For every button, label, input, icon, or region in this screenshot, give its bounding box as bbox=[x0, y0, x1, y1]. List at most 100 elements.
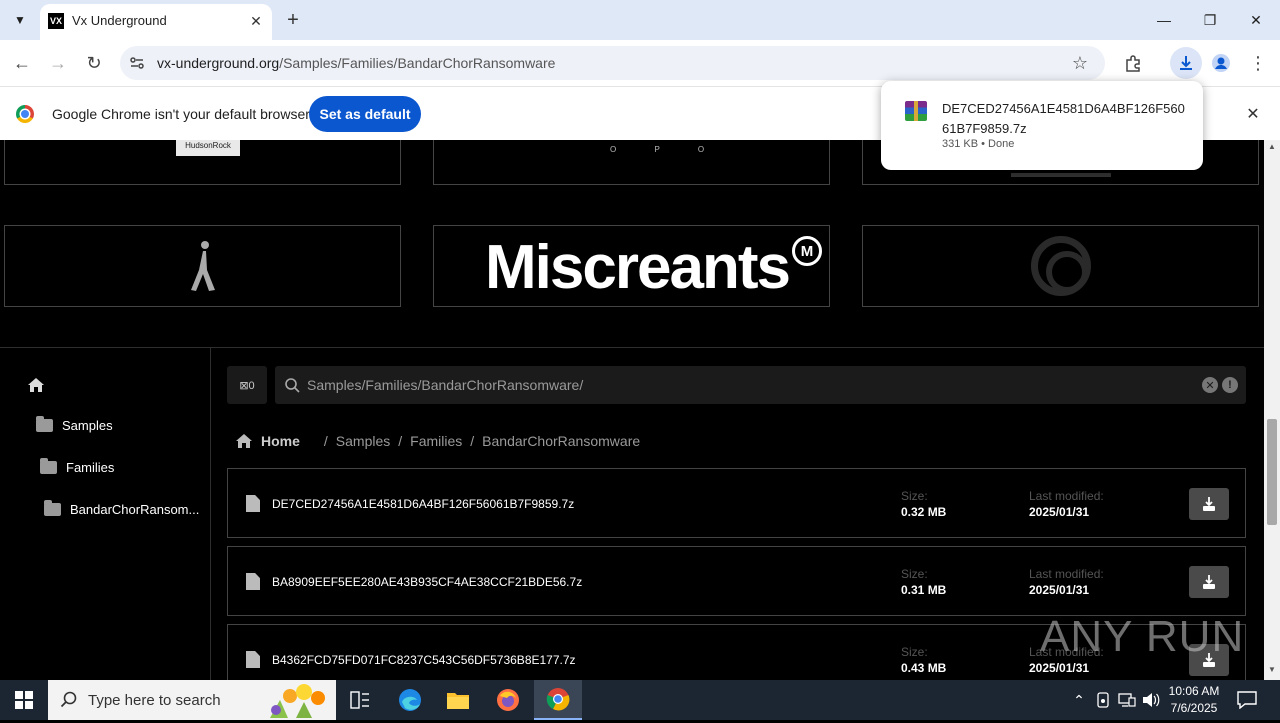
folder-icon bbox=[36, 416, 53, 432]
set-as-default-button[interactable]: Set as default bbox=[309, 96, 421, 132]
page-content: HudsonRock O P O Miscreants M Samples Fa… bbox=[0, 140, 1264, 680]
download-icon bbox=[1203, 575, 1215, 589]
taskbar-search-placeholder: Type here to search bbox=[88, 692, 221, 709]
scrollbar-thumb[interactable] bbox=[1267, 419, 1277, 525]
hudson-rock-text: HudsonRock bbox=[185, 141, 231, 150]
breadcrumb-current[interactable]: BandarChorRansomware bbox=[482, 433, 640, 449]
download-file-button[interactable] bbox=[1189, 488, 1229, 520]
profile-avatar-icon[interactable] bbox=[1209, 51, 1233, 75]
minimize-button[interactable]: — bbox=[1141, 6, 1187, 34]
window-close-button[interactable]: ✕ bbox=[1233, 6, 1279, 34]
home-icon[interactable] bbox=[26, 375, 46, 395]
sidebar-item-samples[interactable]: Samples bbox=[0, 411, 210, 441]
size-label: Size: bbox=[901, 567, 928, 581]
file-name[interactable]: BA8909EEF5EE280AE43B935CF4AE38CCF21BDE56… bbox=[272, 575, 582, 589]
file-name[interactable]: DE7CED27456A1E4581D6A4BF126F56061B7F9859… bbox=[272, 497, 574, 511]
download-filename[interactable]: DE7CED27456A1E4581D6A4BF126F56061B7F9859… bbox=[942, 99, 1192, 139]
scroll-up-arrow-icon[interactable]: ▲ bbox=[1268, 142, 1276, 151]
tray-overflow-chevron-icon[interactable]: ⌃ bbox=[1068, 690, 1090, 710]
file-icon bbox=[246, 573, 260, 590]
reload-button[interactable]: ↻ bbox=[82, 51, 106, 75]
network-icon[interactable] bbox=[1116, 690, 1138, 710]
address-bar[interactable]: vx-underground.org/Samples/Families/Band… bbox=[120, 46, 1105, 80]
archive-file-icon bbox=[905, 101, 927, 121]
breadcrumb-samples[interactable]: Samples bbox=[336, 433, 390, 449]
size-label: Size: bbox=[901, 489, 928, 503]
notification-center-icon[interactable] bbox=[1236, 689, 1258, 711]
file-row[interactable]: BA8909EEF5EE280AE43B935CF4AE38CCF21BDE56… bbox=[227, 546, 1246, 616]
chrome-logo-icon bbox=[16, 105, 34, 123]
download-bubble: DE7CED27456A1E4581D6A4BF126F56061B7F9859… bbox=[881, 81, 1203, 170]
site-info-icon[interactable] bbox=[128, 54, 146, 72]
extensions-icon[interactable] bbox=[1121, 51, 1145, 75]
new-tab-button[interactable]: + bbox=[282, 9, 304, 31]
clock-date[interactable]: 7/6/2025 bbox=[1163, 701, 1225, 715]
breadcrumb-home[interactable]: Home bbox=[261, 433, 300, 449]
sidebar-item-bandarchor[interactable]: BandarChorRansom... bbox=[0, 495, 210, 525]
sponsor-ring[interactable] bbox=[862, 225, 1259, 307]
sponsor-hudson-rock[interactable]: HudsonRock bbox=[4, 140, 401, 185]
sidebar-item-families[interactable]: Families bbox=[0, 453, 210, 483]
windows-start-icon[interactable] bbox=[0, 680, 48, 720]
forward-button[interactable]: → bbox=[46, 51, 70, 75]
task-view-icon[interactable] bbox=[336, 680, 384, 720]
search-info-icon[interactable]: ! bbox=[1222, 377, 1238, 393]
more-menu-icon[interactable]: ⋮ bbox=[1246, 51, 1270, 75]
page-scrollbar[interactable]: ▲ ▼ bbox=[1264, 140, 1280, 680]
breadcrumb-home-icon[interactable] bbox=[235, 432, 253, 450]
bookmark-star-icon[interactable]: ☆ bbox=[1070, 53, 1090, 73]
taskbar-search-box[interactable]: Type here to search bbox=[48, 680, 336, 720]
sponsor2-logo-text: O P O bbox=[610, 145, 723, 154]
url-text[interactable]: vx-underground.org/Samples/Families/Band… bbox=[157, 55, 555, 71]
breadcrumb-separator: / bbox=[470, 433, 475, 449]
downloads-icon[interactable] bbox=[1170, 47, 1202, 79]
search-icon bbox=[60, 691, 78, 709]
modified-label: Last modified: bbox=[1029, 489, 1104, 503]
file-explorer-icon[interactable] bbox=[434, 680, 482, 720]
firefox-icon[interactable] bbox=[484, 680, 532, 720]
file-modified: 2025/01/31 bbox=[1029, 583, 1090, 597]
folder-icon bbox=[40, 458, 57, 474]
file-modified: 2025/01/31 bbox=[1029, 505, 1090, 519]
miscreants-m-mark: M bbox=[792, 236, 822, 266]
download-file-button[interactable] bbox=[1189, 566, 1229, 598]
url-host: vx-underground.org bbox=[157, 55, 280, 71]
file-name[interactable]: B4362FCD75FD071FC8237C543C56DF5736B8E177… bbox=[272, 653, 576, 667]
restore-button[interactable]: ❐ bbox=[1187, 6, 1233, 34]
file-size: 0.31 MB bbox=[901, 583, 947, 597]
breadcrumb: Home / Samples / Families / BandarChorRa… bbox=[235, 430, 640, 452]
sponsor-2[interactable]: O P O bbox=[433, 140, 830, 185]
breadcrumb-families[interactable]: Families bbox=[410, 433, 462, 449]
download-icon bbox=[1203, 497, 1215, 511]
sponsor-walker[interactable] bbox=[4, 225, 401, 307]
breadcrumb-separator: / bbox=[398, 433, 403, 449]
file-row[interactable]: DE7CED27456A1E4581D6A4BF126F56061B7F9859… bbox=[227, 468, 1246, 538]
clear-search-icon[interactable]: ✕ bbox=[1202, 377, 1218, 393]
back-button[interactable]: ← bbox=[10, 51, 34, 75]
tray-device-icon[interactable] bbox=[1092, 690, 1114, 710]
sponsor3-logo-fragment bbox=[1011, 173, 1111, 177]
infobar-message: Google Chrome isn't your default browser bbox=[52, 106, 310, 122]
search-highlight-flowers-icon bbox=[260, 682, 334, 718]
search-input[interactable] bbox=[307, 375, 1187, 395]
tab-strip: ▼ VX Vx Underground ✕ + — ❐ ✕ bbox=[0, 0, 1280, 40]
tab-favicon-icon: VX bbox=[48, 13, 64, 29]
sidebar-item-label: Samples bbox=[62, 418, 113, 433]
volume-icon[interactable] bbox=[1140, 690, 1162, 710]
clock-time[interactable]: 10:06 AM bbox=[1163, 684, 1225, 698]
tab-search-chevron-icon[interactable]: ▼ bbox=[8, 8, 32, 32]
infobar-close-icon[interactable]: ✕ bbox=[1244, 105, 1262, 123]
tab-close-icon[interactable]: ✕ bbox=[246, 11, 266, 31]
modified-label: Last modified: bbox=[1029, 567, 1104, 581]
sponsor-miscreants[interactable]: Miscreants M bbox=[433, 225, 830, 307]
edge-icon[interactable] bbox=[386, 680, 434, 720]
file-icon bbox=[246, 495, 260, 512]
scroll-down-arrow-icon[interactable]: ▼ bbox=[1268, 665, 1276, 674]
browser-tab[interactable]: VX Vx Underground ✕ bbox=[40, 4, 272, 40]
sidebar-item-label: Families bbox=[66, 460, 115, 475]
browser-toolbar: ← → ↻ vx-underground.org/Samples/Familie… bbox=[0, 40, 1280, 86]
walker-logo-icon bbox=[185, 240, 221, 301]
chrome-taskbar-icon[interactable] bbox=[534, 680, 582, 720]
toggle-sidebar-button[interactable]: ⊠0 bbox=[227, 366, 267, 404]
tab-title: Vx Underground bbox=[72, 13, 167, 28]
